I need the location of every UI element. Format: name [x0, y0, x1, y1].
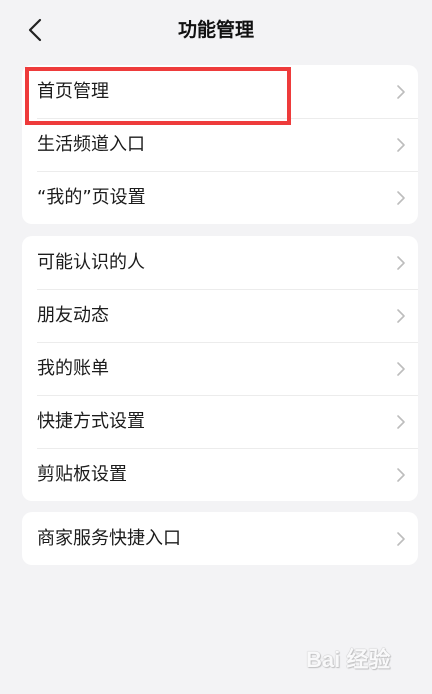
row-label: “我的”页设置 — [37, 187, 146, 208]
page-title: 功能管理 — [177, 19, 254, 41]
chevron-right-icon — [396, 361, 406, 377]
settings-group-1: 首页管理 生活频道入口 “我的”页设置 — [22, 65, 418, 224]
row-label: 商家服务快捷入口 — [37, 528, 181, 549]
row-label: 剪贴板设置 — [37, 464, 127, 485]
row-label: 朋友动态 — [37, 305, 109, 326]
row-life-channel-entry[interactable]: 生活频道入口 — [22, 118, 418, 171]
settings-group-3: 商家服务快捷入口 — [22, 512, 418, 565]
chevron-right-icon — [396, 308, 406, 324]
row-label: 我的账单 — [37, 358, 109, 379]
row-label: 首页管理 — [37, 81, 109, 102]
chevron-right-icon — [396, 255, 406, 271]
row-my-bills[interactable]: 我的账单 — [22, 342, 418, 395]
chevron-right-icon — [396, 190, 406, 206]
watermark-text: Bai 经验 — [306, 647, 391, 672]
row-home-management[interactable]: 首页管理 — [22, 65, 418, 118]
watermark: Bai 经验 — [306, 638, 414, 678]
chevron-right-icon — [396, 137, 406, 153]
top-bar: 功能管理 — [0, 0, 432, 60]
row-clipboard-settings[interactable]: 剪贴板设置 — [22, 448, 418, 501]
row-label: 可能认识的人 — [37, 252, 145, 273]
row-label: 生活频道入口 — [37, 134, 145, 155]
chevron-right-icon — [396, 531, 406, 547]
row-me-page-settings[interactable]: “我的”页设置 — [22, 171, 418, 224]
chevron-right-icon — [396, 467, 406, 483]
row-label: 快捷方式设置 — [37, 411, 145, 432]
chevron-right-icon — [396, 84, 406, 100]
chevron-right-icon — [396, 414, 406, 430]
row-shortcut-settings[interactable]: 快捷方式设置 — [22, 395, 418, 448]
settings-group-2: 可能认识的人 朋友动态 我的账单 快捷方式设置 剪贴板设置 — [22, 236, 418, 501]
row-friend-updates[interactable]: 朋友动态 — [22, 289, 418, 342]
row-merchant-service-shortcut[interactable]: 商家服务快捷入口 — [22, 512, 418, 565]
row-people-you-may-know[interactable]: 可能认识的人 — [22, 236, 418, 289]
